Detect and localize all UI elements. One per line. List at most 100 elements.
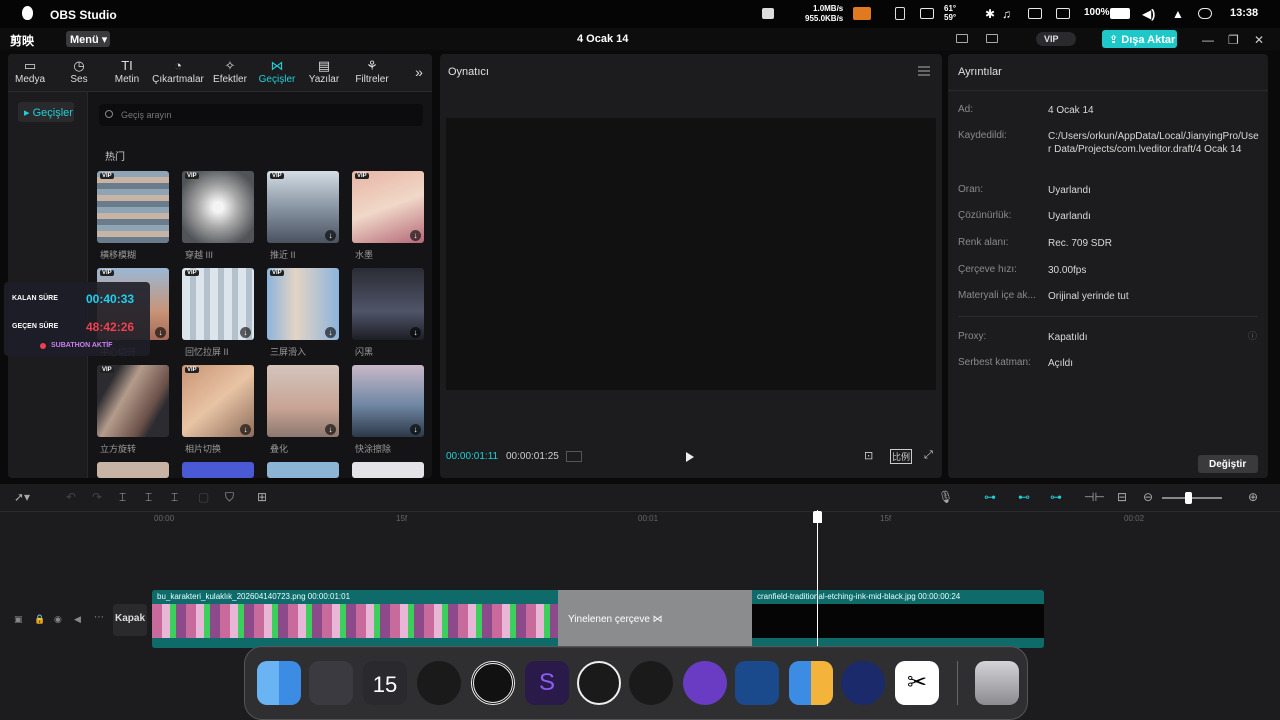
zoom-in-icon[interactable]: ⊕ — [1248, 490, 1258, 504]
tab-stickers[interactable]: ◔ Çıkartmalar — [150, 58, 206, 85]
delete-icon[interactable]: ▢ — [198, 490, 209, 504]
tab-captions[interactable]: ▤ Yazılar — [306, 58, 342, 85]
search-input[interactable]: Geçiş arayın — [99, 104, 423, 126]
download-icon[interactable]: ↓ — [410, 230, 421, 241]
trash-icon[interactable] — [975, 661, 1019, 705]
transition-thumb[interactable]: VIP — [97, 365, 169, 437]
phone-icon[interactable] — [895, 7, 905, 20]
transition-thumb[interactable] — [352, 462, 424, 478]
preview-axis-icon[interactable]: ⊶ — [1050, 490, 1062, 504]
fullscreen-icon[interactable]: ⤢ — [924, 449, 933, 462]
track-hide-icon[interactable]: ▣ — [14, 614, 23, 625]
preview-screen[interactable] — [446, 118, 936, 390]
preview-icon[interactable]: ⊟ — [1117, 490, 1127, 504]
minimize-icon[interactable]: — — [1202, 33, 1214, 47]
active-app-name[interactable]: OBS Studio — [50, 8, 117, 22]
car-icon[interactable] — [1028, 8, 1042, 19]
split-view-icon[interactable]: ⊣⊢ — [1084, 490, 1105, 504]
tab-text[interactable]: TI Metin — [110, 58, 144, 85]
zoom-slider[interactable] — [1162, 497, 1222, 499]
target-icon[interactable] — [471, 661, 515, 705]
undo-icon[interactable]: ↶ — [66, 490, 76, 504]
playhead[interactable] — [817, 510, 818, 646]
change-button[interactable]: Değiştir — [1198, 455, 1258, 473]
download-icon[interactable]: ↓ — [410, 327, 421, 338]
volume-icon[interactable]: ◀) — [1142, 7, 1155, 21]
ratio-button[interactable]: 比例 — [890, 449, 913, 464]
transition-thumb[interactable]: VIP ↓ — [352, 171, 424, 243]
clip-image-1[interactable]: bu_karakteri_kulaklık_20260414072​3.png … — [152, 590, 558, 648]
discord-icon[interactable] — [683, 661, 727, 705]
link-icon[interactable]: ⊷ — [1018, 490, 1030, 504]
select-tool-icon[interactable]: ➚▾ — [14, 490, 30, 504]
transition-thumb[interactable]: ↓ — [352, 365, 424, 437]
window-layout-icon[interactable] — [986, 34, 998, 43]
lock-icon[interactable]: 🔒 — [34, 614, 45, 625]
layout-icon[interactable] — [956, 34, 968, 43]
transition-thumb[interactable]: VIP ↓ — [182, 268, 254, 340]
transition-thumb[interactable]: ↓ — [352, 268, 424, 340]
windows-icon[interactable] — [789, 661, 833, 705]
affinity-icon[interactable]: S — [525, 661, 569, 705]
obs-icon[interactable] — [577, 661, 621, 705]
play-icon[interactable] — [686, 452, 694, 462]
sidebar-item-transitions[interactable]: ▸ Geçişler — [18, 102, 74, 122]
clip-image-2[interactable]: cranfield-traditional-etching-ink-mid-bl… — [752, 590, 1044, 648]
export-button[interactable]: ⇪ Dışa Aktar — [1102, 30, 1177, 48]
microphone-icon[interactable]: 🎙 — [938, 490, 953, 504]
info-icon[interactable]: ⓘ — [1248, 329, 1257, 342]
download-icon[interactable]: ↓ — [410, 424, 421, 435]
zoom-slider-handle[interactable] — [1185, 492, 1192, 504]
vip-badge[interactable]: VIP — [1036, 32, 1076, 46]
finder-icon[interactable] — [257, 661, 301, 705]
split-icon[interactable]: ⌶ — [119, 490, 126, 505]
transition-thumb[interactable]: VIP ↓ — [267, 171, 339, 243]
download-icon[interactable]: ↓ — [325, 230, 336, 241]
magnet-icon[interactable]: ⊶ — [984, 490, 996, 504]
screenshot-icon[interactable]: ⊞ — [257, 490, 267, 504]
split-left-icon[interactable]: ⌶ — [145, 490, 152, 505]
clip-freeze-frame[interactable]: Yinelenen çerçeve ⋈ — [558, 590, 752, 648]
cpu-icon[interactable] — [853, 7, 871, 20]
shield-icon[interactable]: ⛉ — [225, 490, 234, 505]
launchpad-icon[interactable] — [309, 661, 353, 705]
remote-desktop-icon[interactable] — [735, 661, 779, 705]
close-icon[interactable]: ✕ — [1254, 33, 1264, 47]
wifi-icon[interactable]: ▲ — [1172, 7, 1184, 21]
transition-thumb[interactable] — [182, 462, 254, 478]
tab-media[interactable]: ▭ Medya — [14, 58, 46, 85]
app-status-icon[interactable] — [762, 8, 774, 19]
capcut-icon[interactable]: ✂ — [895, 661, 939, 705]
transition-thumb[interactable] — [97, 462, 169, 478]
download-icon[interactable]: ↓ — [155, 327, 166, 338]
tab-transitions[interactable]: ⋈ Geçişler — [256, 58, 298, 85]
battery-icon[interactable] — [1110, 8, 1130, 19]
clock[interactable]: 13:38 — [1230, 7, 1258, 19]
tab-effects[interactable]: ✧ Efektler — [210, 58, 250, 85]
more-tabs-icon[interactable]: » — [410, 64, 428, 80]
steam-icon[interactable] — [629, 661, 673, 705]
headphones-icon[interactable]: ♫ — [1002, 7, 1011, 21]
control-center-icon[interactable] — [1198, 8, 1212, 19]
fit-screen-icon[interactable]: ⊡ — [864, 449, 873, 462]
calendar-icon[interactable]: 15 — [363, 661, 407, 705]
display-icon[interactable] — [920, 8, 934, 19]
transition-thumb[interactable] — [267, 462, 339, 478]
clock-icon[interactable] — [417, 661, 461, 705]
tab-audio[interactable]: ◷ Ses — [64, 58, 94, 85]
zoom-out-icon[interactable]: ⊖ — [1143, 490, 1153, 504]
download-icon[interactable]: ↓ — [240, 424, 251, 435]
menu-button[interactable]: Menü ▾ — [66, 31, 110, 47]
bluetooth-icon[interactable]: ✱ — [985, 7, 995, 21]
transition-thumb[interactable]: ↓ — [267, 365, 339, 437]
menu-icon[interactable] — [918, 66, 930, 76]
transition-thumb[interactable]: VIP — [182, 171, 254, 243]
redo-icon[interactable]: ↷ — [92, 490, 102, 504]
transition-thumb[interactable]: VIP ↓ — [182, 365, 254, 437]
maximize-icon[interactable]: ❐ — [1228, 33, 1239, 47]
transition-thumb[interactable]: VIP ↓ — [267, 268, 339, 340]
transition-thumb[interactable]: VIP — [97, 171, 169, 243]
download-icon[interactable]: ↓ — [240, 327, 251, 338]
download-icon[interactable]: ↓ — [325, 327, 336, 338]
more-icon[interactable]: ⋯ — [94, 612, 104, 623]
